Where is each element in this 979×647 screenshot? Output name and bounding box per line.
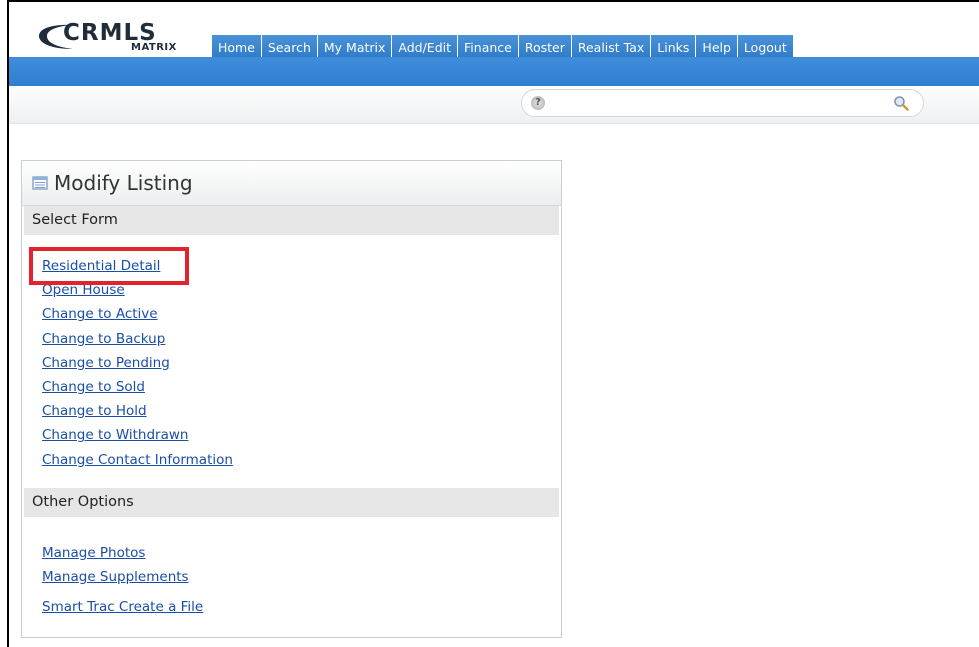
link-change-to-pending[interactable]: Change to Pending	[42, 351, 561, 375]
link-manage-supplements[interactable]: Manage Supplements	[42, 565, 561, 589]
link-change-to-active[interactable]: Change to Active	[42, 302, 561, 326]
highlight-box	[29, 247, 189, 285]
link-smart-trac-create-a-file[interactable]: Smart Trac Create a File	[42, 595, 561, 619]
magnifier-search-icon[interactable]	[893, 95, 909, 111]
link-manage-photos[interactable]: Manage Photos	[42, 541, 561, 565]
search-bar: ?	[9, 86, 979, 124]
sub-nav-bar	[9, 57, 979, 86]
logo-subtext: MATRIX	[131, 42, 177, 53]
search-box: ?	[521, 89, 924, 117]
modify-listing-panel: Modify Listing Select Form Residential D…	[21, 160, 562, 638]
link-change-to-sold[interactable]: Change to Sold	[42, 375, 561, 399]
crmls-logo[interactable]: CRMLS MATRIX	[35, 20, 207, 53]
form-table-icon	[32, 176, 48, 190]
header: CRMLS MATRIX Home Search My Matrix Add/E…	[9, 2, 979, 60]
search-help-icon[interactable]: ?	[531, 96, 545, 110]
link-change-to-backup[interactable]: Change to Backup	[42, 327, 561, 351]
link-change-to-hold[interactable]: Change to Hold	[42, 399, 561, 423]
panel-title: Modify Listing	[54, 171, 193, 195]
search-input[interactable]	[550, 94, 880, 112]
select-form-header: Select Form	[24, 206, 559, 235]
other-options-links: Manage Photos Manage Supplements Smart T…	[22, 517, 561, 620]
link-change-to-withdrawn[interactable]: Change to Withdrawn	[42, 423, 561, 447]
link-change-contact-information[interactable]: Change Contact Information	[42, 448, 561, 472]
other-options-header: Other Options	[24, 487, 559, 517]
panel-title-bar: Modify Listing	[22, 161, 561, 206]
